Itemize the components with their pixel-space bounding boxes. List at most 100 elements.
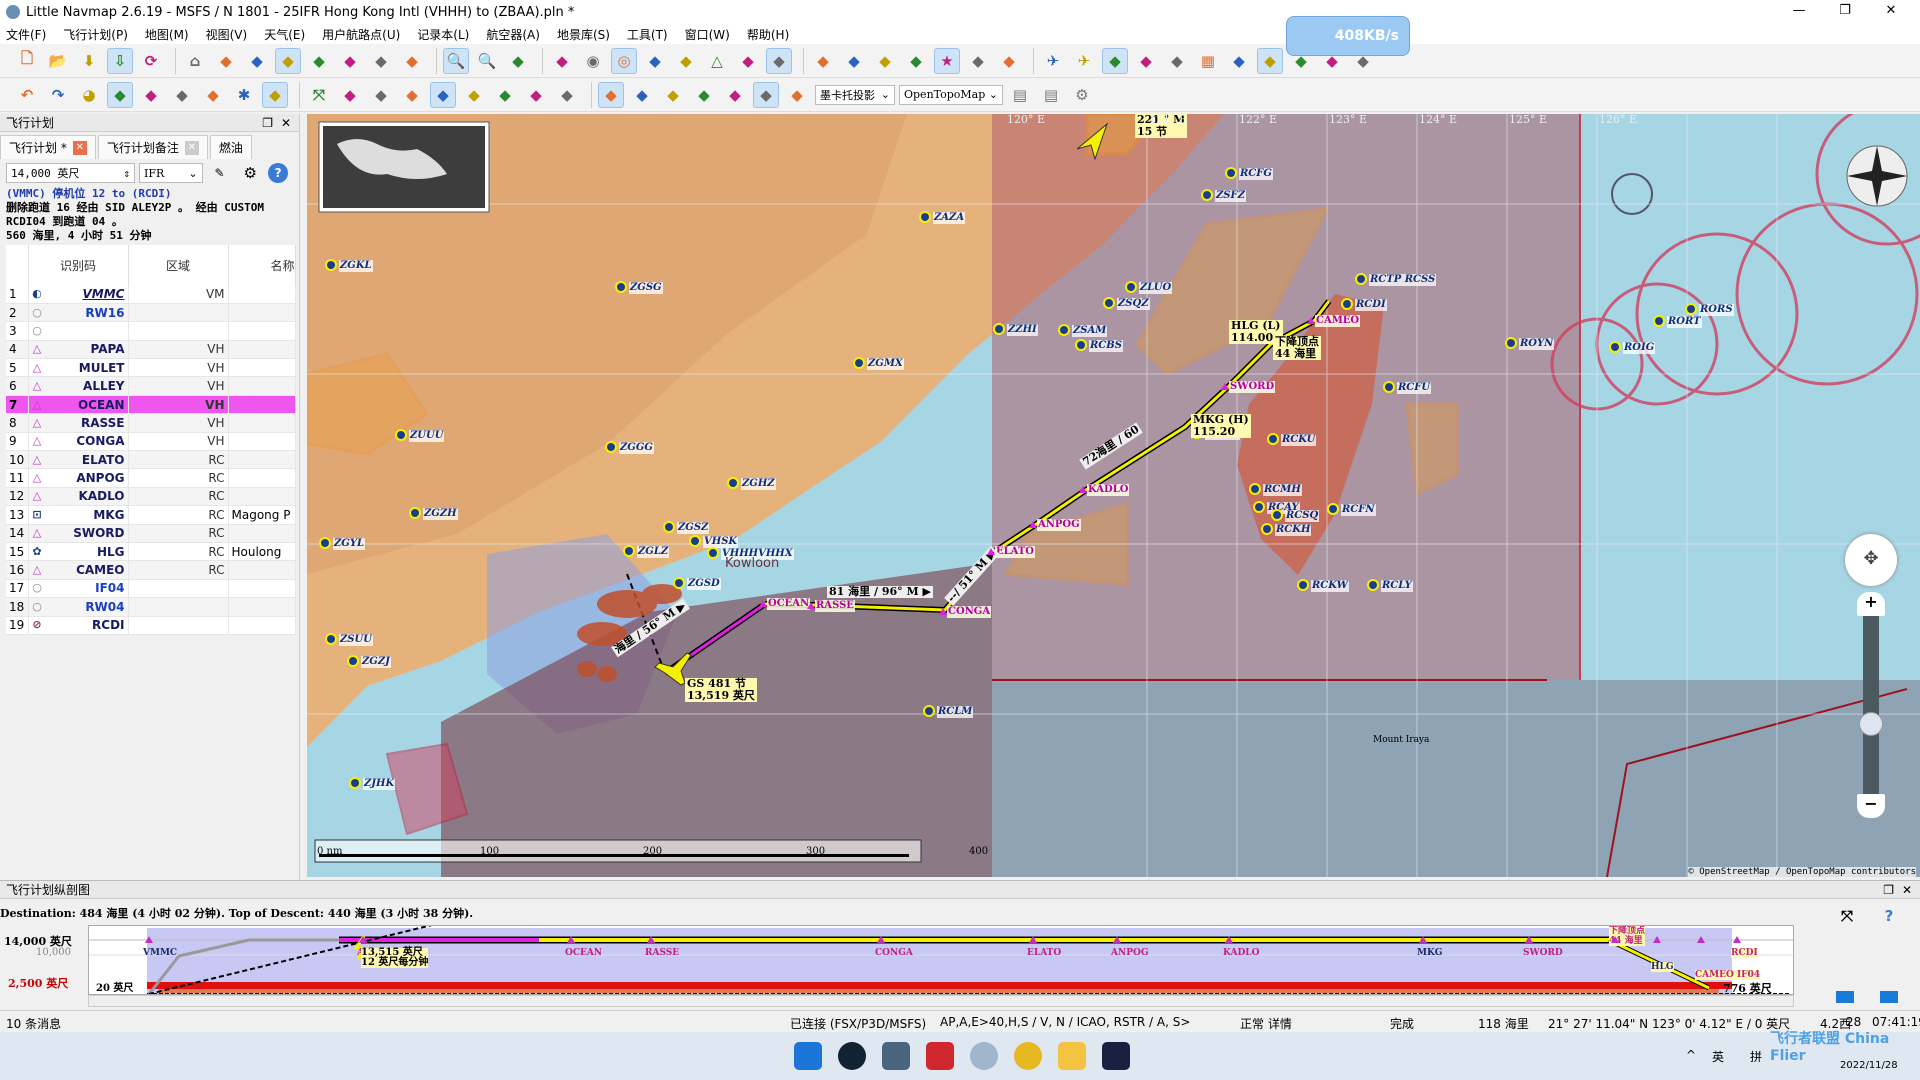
airport-symbol[interactable] — [349, 777, 361, 789]
top-of-descent-label[interactable]: 下降顶点 44 海里 — [1273, 336, 1321, 360]
start-button[interactable] — [794, 1042, 822, 1070]
favorite-icon[interactable]: ★ — [934, 47, 960, 74]
pan-control[interactable]: ✥ — [1845, 534, 1897, 586]
waypoint-label-kadlo[interactable]: KADLO — [1087, 484, 1130, 496]
scale-bar-label[interactable]: 200 — [643, 846, 662, 858]
ai-aircraft-icon[interactable]: ✈ — [1071, 48, 1097, 74]
menu-item[interactable]: 视图(V) — [206, 26, 248, 43]
airport-label-royn[interactable]: ROYN — [1519, 338, 1555, 350]
cruise-altitude-spinbox[interactable]: 14,000 英尺 ⇕ — [6, 163, 136, 183]
menu-item[interactable]: 工具(T) — [627, 26, 668, 43]
leg-distance-label[interactable]: 81 海里 / 96° M ▶ — [827, 586, 933, 598]
chart-4-icon[interactable]: ◆ — [691, 82, 717, 108]
close-icon[interactable]: ✕ — [1902, 881, 1912, 899]
zoom-map-icon[interactable]: ◆ — [337, 82, 363, 108]
ndb-icon[interactable]: ◎ — [611, 47, 637, 74]
route-edit-icon[interactable]: ◆ — [368, 82, 394, 108]
elevation-icon[interactable]: ◆ — [461, 82, 487, 108]
grid-label[interactable]: 123° E — [1329, 114, 1367, 126]
help-icon[interactable]: ? — [268, 163, 288, 183]
map-info-icon[interactable]: ▤ — [1007, 82, 1033, 108]
compass-rose-icon[interactable]: ◆ — [1226, 48, 1252, 74]
airport-label-zluo[interactable]: ZLUO — [1139, 282, 1173, 294]
save-plan-icon[interactable]: ⬇ — [76, 48, 102, 74]
zoom-in-button[interactable]: + — [1857, 592, 1885, 616]
menu-item[interactable]: 帮助(H) — [747, 26, 789, 43]
table-row[interactable]: 8 △ RASSE VH — [6, 413, 296, 433]
open-plan-icon[interactable]: 📂 — [45, 48, 71, 74]
settings-icon[interactable]: ⚙ — [1069, 82, 1095, 108]
aircraft-label[interactable]: GS 481 节 13,519 英尺 — [685, 678, 757, 702]
airport-symbol[interactable] — [919, 211, 931, 223]
flight-info-icon[interactable]: ◆ — [554, 82, 580, 108]
fit-icon[interactable]: ⤧ — [306, 82, 332, 108]
airport-label-zuuu[interactable]: ZUUU — [409, 430, 445, 442]
airport-label-rcfg[interactable]: RCFG — [1239, 168, 1273, 180]
add-mark-icon[interactable]: ◆ — [213, 48, 239, 74]
airport-symbol[interactable] — [347, 655, 359, 667]
grid-label[interactable]: 126° E — [1599, 114, 1637, 126]
airport-symbol[interactable] — [1341, 298, 1353, 310]
redo-icon[interactable]: ↷ — [45, 82, 71, 108]
table-row[interactable]: 16 △ CAMEO RC — [6, 560, 296, 580]
waypoint-label-ocean[interactable]: OCEAN — [767, 598, 811, 610]
grid-label[interactable]: 122° E — [1239, 114, 1277, 126]
airport-symbol[interactable] — [673, 577, 685, 589]
table-row[interactable]: 2 ○ RW16 — [6, 303, 296, 323]
online-ship-icon[interactable]: ◆ — [1164, 48, 1190, 74]
maximize-button[interactable]: ❐ — [1822, 0, 1868, 24]
zoom-out-button[interactable]: − — [1857, 794, 1885, 818]
table-row[interactable]: 11 △ ANPOG RC — [6, 468, 296, 488]
table-row[interactable]: 9 △ CONGA VH — [6, 432, 296, 452]
undo-icon[interactable]: ↶ — [14, 82, 40, 108]
airport-symbol[interactable] — [853, 357, 865, 369]
table-row[interactable]: 4 △ PAPA VH — [6, 340, 296, 360]
airport-label-rckh[interactable]: RCKH — [1275, 524, 1312, 536]
airport-symbol[interactable] — [1685, 303, 1697, 315]
airport-label-rcku[interactable]: RCKU — [1281, 434, 1317, 446]
airport-label-zggg[interactable]: ZGGG — [619, 442, 654, 454]
airport-label-zgkl[interactable]: ZGKL — [339, 260, 373, 272]
airport-symbol[interactable] — [623, 545, 635, 557]
table-row[interactable]: 19 ⊘ RCDI — [6, 616, 296, 635]
waypoint-label-conga[interactable]: CONGA — [947, 606, 992, 618]
airport-symbol[interactable] — [395, 429, 407, 441]
tray-item[interactable]: ^ — [1686, 1048, 1696, 1062]
airport-label-vhsk[interactable]: VHSK — [703, 536, 739, 548]
waypoint-label-anpog[interactable]: ANPOG — [1037, 519, 1081, 531]
table-row[interactable]: 5 △ MULET VH — [6, 358, 296, 378]
scale-bar-label[interactable]: 400 — [969, 846, 988, 858]
altitude-icon[interactable]: ◆ — [766, 47, 792, 74]
airport-symbol[interactable] — [1125, 281, 1137, 293]
airport-label-rcdi[interactable]: RCDI — [1355, 299, 1387, 311]
airport-label-rcfu[interactable]: RCFU — [1397, 382, 1432, 394]
airport-symbol[interactable] — [1225, 167, 1237, 179]
grid-label[interactable]: 124° E — [1419, 114, 1457, 126]
table-row[interactable]: 1 ◐ VMMC VM — [6, 285, 296, 304]
forward-icon[interactable]: ◆ — [399, 48, 425, 74]
map-theme-select[interactable]: OpenTopoMap ⌄ — [899, 84, 1003, 105]
sun-icon[interactable]: ◆ — [1257, 47, 1283, 74]
grid-label[interactable]: 121° E — [1149, 114, 1187, 126]
chart-6-icon[interactable]: ◆ — [753, 81, 779, 108]
airspace-icon[interactable]: △ — [704, 48, 730, 74]
goto-icon[interactable]: ◕ — [76, 82, 102, 108]
airport-label-zgsg[interactable]: ZGSG — [629, 282, 663, 294]
menu-item[interactable]: 用户航路点(U) — [322, 26, 400, 43]
airport-symbol[interactable] — [1058, 324, 1070, 336]
column-header-name[interactable]: 名称 — [228, 245, 296, 285]
search-icon[interactable]: ◆ — [903, 48, 929, 74]
airport-symbol[interactable] — [1103, 297, 1115, 309]
taskbar-explorer-icon[interactable] — [1058, 1042, 1086, 1070]
airport-symbol[interactable] — [689, 535, 701, 547]
close-tab-icon[interactable]: ✕ — [184, 140, 199, 155]
airport-symbol[interactable] — [1505, 337, 1517, 349]
airport-symbol[interactable] — [1253, 501, 1265, 513]
menu-item[interactable]: 飞行计划(P) — [63, 26, 128, 43]
tab-flight-plan-notes[interactable]: 飞行计划备注 ✕ — [97, 135, 208, 159]
taskbar-app-icon[interactable] — [838, 1042, 866, 1070]
airport-symbol[interactable] — [923, 705, 935, 717]
zoom-out-icon[interactable]: 🔍 — [474, 48, 500, 74]
airport-label-zsuu[interactable]: ZSUU — [339, 634, 373, 646]
add-to-route-icon[interactable]: ◆ — [138, 82, 164, 108]
